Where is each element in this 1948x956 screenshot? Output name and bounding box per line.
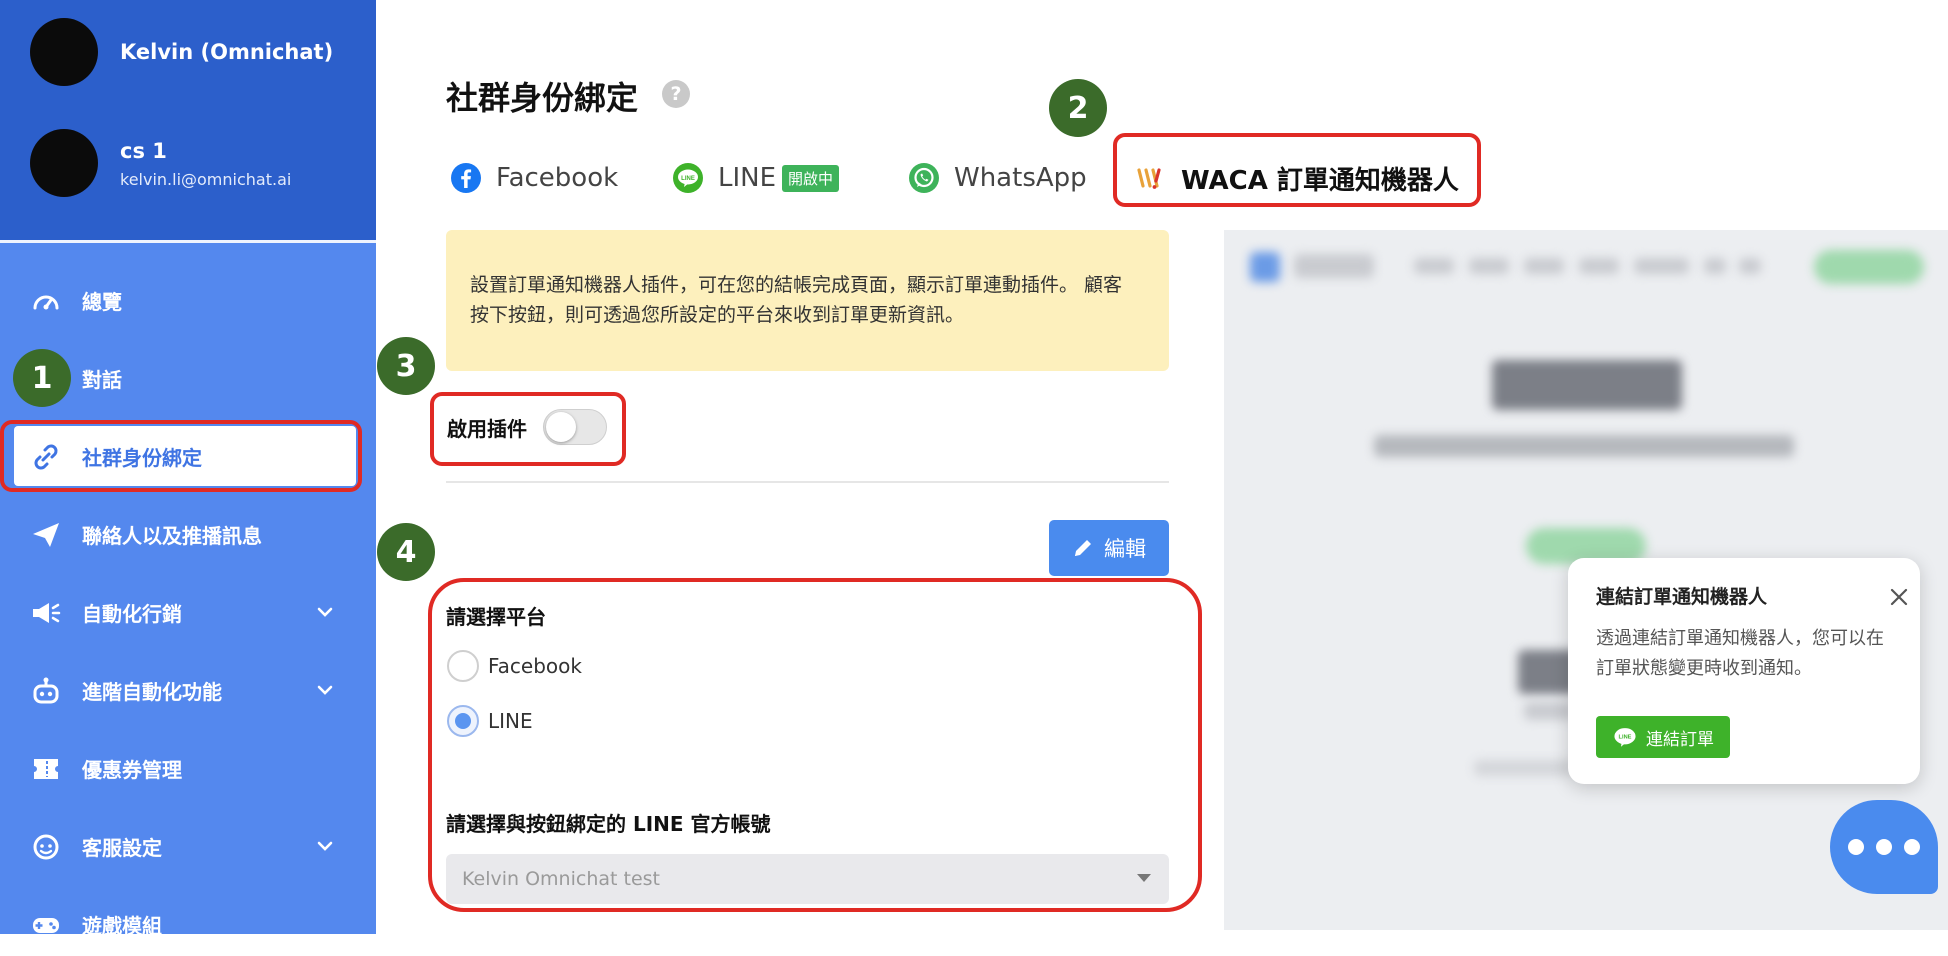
svg-text:LINE: LINE [1619,735,1632,741]
sidebar-item-game-module[interactable]: 遊戲模組 [0,892,376,956]
account-avatar[interactable] [30,129,98,197]
facebook-icon [451,163,481,193]
sidebar-item-label: 總覽 [82,290,122,314]
sidebar-item-label: 優惠券管理 [82,758,182,782]
sidebar-item-advanced-automation[interactable]: 進階自動化功能 [0,658,376,722]
callout-box-settings [428,578,1202,912]
connect-order-label: 連結訂單 [1646,729,1714,750]
popup-title: 連結訂單通知機器人 [1596,586,1768,608]
notice-line-2: 按下按鈕，則可透過您所設定的平台來收到訂單更新資訊。 [470,304,965,326]
pencil-icon [1075,540,1091,556]
user-header: Kelvin (Omnichat) cs 1 kelvin.li@omnicha… [0,0,376,240]
sidebar-item-service-settings[interactable]: 客服設定 [0,814,376,878]
help-icon[interactable]: ? [662,80,690,108]
profile-avatar[interactable] [30,18,98,86]
blurred-logo [1250,252,1280,282]
edit-button-label: 編輯 [1104,537,1146,561]
blurred-nav [1704,258,1726,274]
edit-button[interactable]: 編輯 [1049,520,1169,576]
sidebar-item-label: 自動化行銷 [82,602,182,626]
svg-text:LINE: LINE [681,176,695,182]
dot [1876,839,1892,855]
blurred-heading [1492,360,1682,410]
blurred-nav [1634,258,1689,274]
step-badge-4: 4 [377,523,435,581]
info-notice: 設置訂單通知機器人插件，可在您的結帳完成頁面，顯示訂單連動插件。 顧客 按下按鈕… [446,230,1169,371]
callout-box-tab [1113,133,1481,207]
blurred-nav [1469,258,1509,274]
step-badge-3: 3 [377,337,435,395]
sidebar-item-label: 對話 [82,368,122,392]
callout-box-sidebar [0,420,362,492]
tab-label: Facebook [496,163,619,193]
whatsapp-icon [909,163,939,193]
blurred-nav [1739,258,1761,274]
sidebar-item-coupons[interactable]: 優惠券管理 [0,736,376,800]
blurred-text [1474,760,1574,776]
line-icon: LINE [1614,728,1636,747]
coupon-icon [34,759,58,779]
account-name: cs 1 [120,139,167,163]
chat-launcher-button[interactable] [1830,800,1938,894]
blurred-nav [1414,258,1454,274]
account-email: kelvin.li@omnichat.ai [120,170,292,189]
sidebar-item-label: 遊戲模組 [82,914,162,938]
sidebar-item-label: 客服設定 [82,836,162,860]
blurred-text [1524,702,1574,720]
tab-facebook[interactable]: Facebook [450,158,618,198]
dot [1904,839,1920,855]
sidebar-item-automation-marketing[interactable]: 自動化行銷 [0,580,376,644]
connect-bot-popup: 連結訂單通知機器人 透過連結訂單通知機器人，您可以在訂單狀態變更時收到通知。 L… [1568,558,1920,784]
blurred-cta [1814,250,1924,284]
connect-order-button[interactable]: LINE 連結訂單 [1596,716,1730,758]
chevron-down-icon[interactable] [314,601,336,623]
gamepad-icon [33,918,59,933]
step-badge-2: 2 [1049,79,1107,137]
notice-line-1: 設置訂單通知機器人插件，可在您的結帳完成頁面，顯示訂單連動插件。 顧客 [470,274,1123,296]
status-badge: 開啟中 [782,164,840,192]
chevron-down-icon[interactable] [314,679,336,701]
tab-line[interactable]: LINE LINE 開啟中 [672,158,840,198]
sidebar-item-contacts-broadcast[interactable]: 聯絡人以及推播訊息 [0,502,376,566]
step-badge-1: 1 [13,349,71,407]
robot-icon [33,677,59,704]
tab-label: WhatsApp [954,163,1087,193]
page-title: 社群身份綁定 [446,79,639,117]
sidebar-item-overview[interactable]: 總覽 [0,268,376,332]
sidebar-item-label: 聯絡人以及推播訊息 [82,524,262,548]
tab-whatsapp[interactable]: WhatsApp [908,158,1087,198]
send-icon [33,523,59,547]
close-icon[interactable] [1888,586,1910,608]
sidebar-item-label: 進階自動化功能 [82,680,222,704]
callout-box-toggle [430,392,626,466]
agent-icon [33,834,59,860]
dot [1848,839,1864,855]
megaphone-icon [33,603,61,623]
chevron-down-icon[interactable] [314,835,336,857]
popup-description: 透過連結訂單通知機器人，您可以在訂單狀態變更時收到通知。 [1596,628,1884,679]
blurred-nav [1524,258,1564,274]
tab-label: LINE [718,163,777,193]
blurred-brand [1294,254,1374,278]
blurred-subheading [1374,435,1794,457]
profile-name: Kelvin (Omnichat) [120,40,334,64]
dashboard-icon [33,295,59,310]
blurred-nav [1579,258,1619,274]
header-divider [0,240,376,243]
section-divider [446,481,1169,483]
line-icon: LINE [673,163,703,193]
